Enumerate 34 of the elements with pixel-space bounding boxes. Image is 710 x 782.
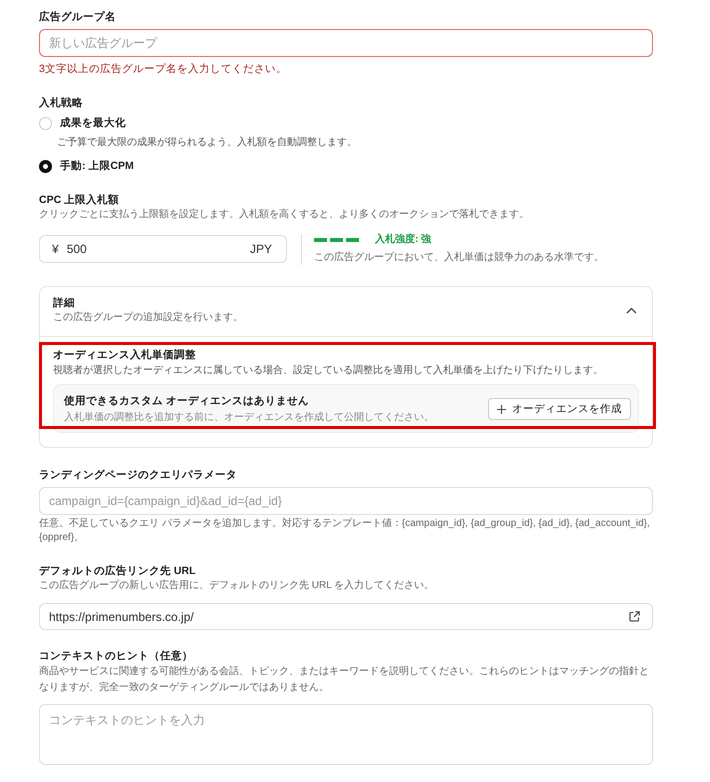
field-label: ランディングページのクエリパラメータ [39,468,238,483]
empty-state-title: 使用できるカスタム オーディエンスはありません [64,394,310,409]
empty-state-description: 入札単価の調整比を追加する前に、オーディエンスを作成して公開してください。 [64,411,435,425]
field-label: 入札戦略 [39,96,84,111]
field-description: この広告グループの新しい広告用に、デフォルトのリンク先 URL を入力してください。 [39,579,436,593]
ad-group-name-field[interactable]: 新しい広告グループ [39,29,653,57]
bid-amount-field[interactable]: ¥ 500 JPY [39,235,287,263]
chevron-up-icon[interactable] [626,306,637,314]
option-description: ご予算で最大限の成果が得られるよう、入札額を自動調整します。 [57,136,357,150]
section-title: 詳細 [53,296,76,311]
error-message: 3文字以上の広告グループ名を入力してください。 [39,62,288,77]
query-params-field[interactable]: campaign_id={campaign_id}&ad_id={ad_id} [39,487,653,515]
help-text: 任意。不足しているクエリ パラメータを追加します。対応するテンプレート値：{campaign_id}, {ad_group_id}, {ad_id}, {ad_account_id}, {oppref}。 [39,517,651,545]
field-label: 広告グループ名 [39,10,117,25]
strength-label: 入札強度: 強 [375,233,432,247]
external-link-icon[interactable] [629,611,640,622]
create-audience-button[interactable]: オーディエンスを作成 [488,398,631,420]
section-title: オーディエンス入札単価調整 [53,348,197,363]
field-label: デフォルトの広告リンク先 URL [39,564,196,579]
strength-description: この広告グループにおいて、入札単価は競争力のある水準です。 [314,251,604,265]
section-description: 視聴者が選択したオーディエンスに属している場合、設定している調整比を適用して入札単価を上げたり下げたりします。 [53,364,604,378]
plus-icon [497,404,506,414]
section-description: この広告グループの追加設定を行います。 [53,311,244,325]
option-label[interactable]: 成果を最大化 [60,115,126,131]
currency-symbol: ¥ [52,241,59,258]
context-hints-field[interactable]: コンテキストのヒントを入力 [39,704,653,765]
currency-code: JPY [250,241,272,258]
url-field[interactable]: https://primenumbers.co.jp/ [39,603,653,630]
field-label: CPC 上限入札額 [39,193,120,208]
option-label[interactable]: 手動: 上限CPM [60,158,134,174]
field-description: クリックごとに支払う上限額を設定します。入札額を高くすると、より多くのオークションで落札できます。 [39,208,530,222]
radio-button[interactable] [39,160,52,172]
field-label: コンテキストのヒント（任意） [39,649,194,664]
field-description: 商品やサービスに関連する可能性がある会話、トピック、またはキーワードを説明してください。これらのヒントはマッチングの指針となりますが、完全一致のターゲティングルールではありません。 [39,664,650,695]
